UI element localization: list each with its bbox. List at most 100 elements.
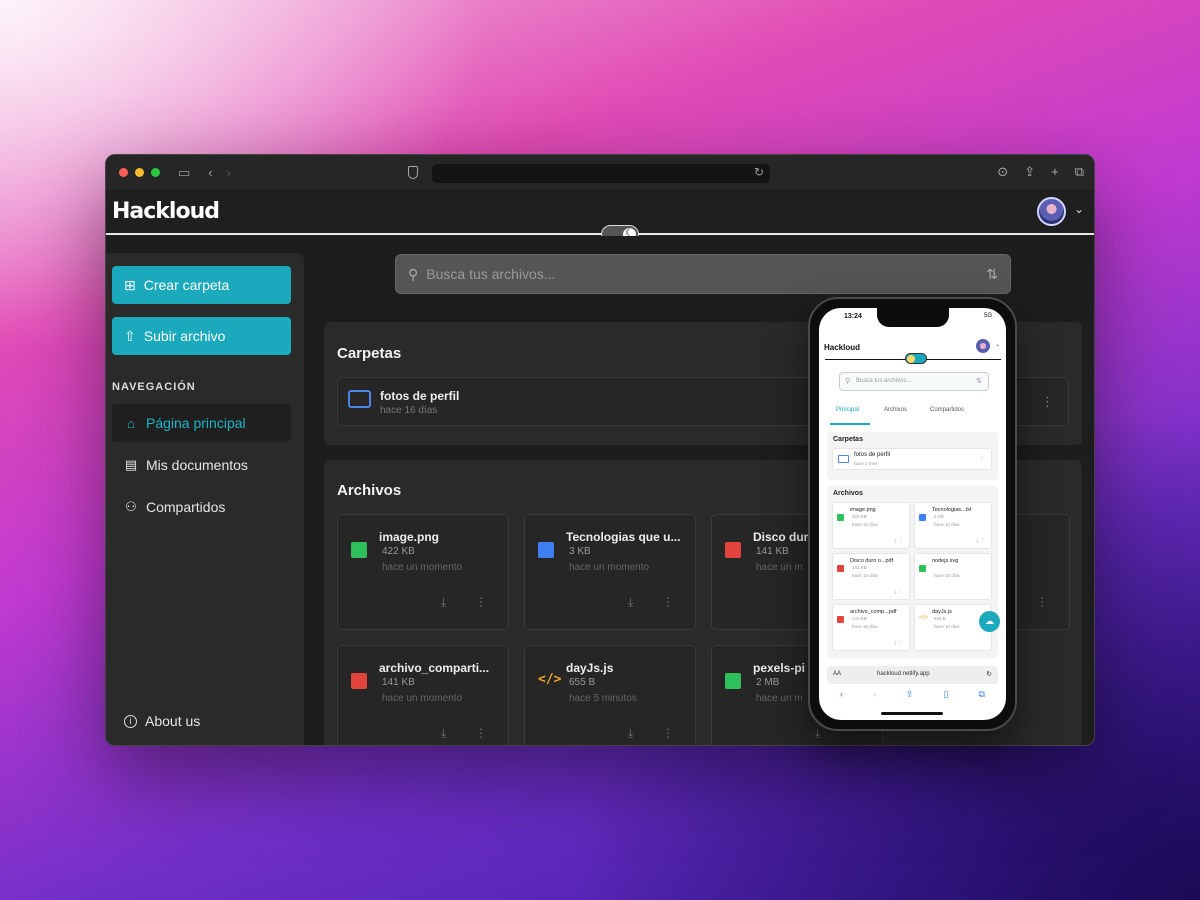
sidebar-item-home[interactable]: ⌂ Página principal [112, 404, 291, 442]
more-options-icon[interactable]: ⋮ [662, 726, 674, 740]
download-icon[interactable]: ⊙ [997, 164, 1008, 180]
phone-folders-title: Carpetas [833, 436, 863, 443]
create-folder-button[interactable]: ⊞ Crear carpeta [112, 266, 291, 304]
file-time: hace 10 días [934, 624, 960, 629]
phone-app-logo[interactable]: Hackloud [824, 343, 860, 352]
tab-archivos[interactable]: Archivos [884, 407, 907, 413]
info-icon: i [124, 714, 137, 728]
upload-file-label: Subir archivo [143, 328, 226, 344]
file-card[interactable]: image.png 422 KB hace 10 días ⤓ ⋮ [832, 502, 910, 549]
bookmarks-icon[interactable]: ▯ [944, 689, 949, 700]
more-options-icon[interactable]: ⋮ [1041, 394, 1054, 410]
back-icon[interactable]: ‹ [840, 689, 843, 700]
download-icon[interactable]: ⤓ ⋮ [976, 538, 985, 544]
file-time: hace un m [756, 693, 803, 704]
folder-card[interactable]: fotos de perfil hace 1 mes ⋮ [832, 448, 992, 470]
file-time: hace 10 días [852, 522, 878, 527]
chevron-down-icon[interactable]: ⌄ [995, 341, 1000, 348]
file-card[interactable]: Disco duro o...pdf 141 KB hace 10 días ⤓… [832, 553, 910, 600]
tabs-icon[interactable]: ⧉ [979, 689, 985, 700]
file-time: hace 5 minutos [569, 693, 637, 704]
download-icon[interactable]: ⤓ ⋮ [894, 589, 903, 595]
tab-compartidos[interactable]: Compartidos [930, 407, 964, 413]
reload-icon[interactable]: ↻ [986, 670, 992, 678]
avatar[interactable] [976, 339, 990, 353]
search-input[interactable] [426, 266, 987, 282]
file-card[interactable]: Tecnologias que u... 3 KB hace un moment… [524, 514, 696, 630]
file-card[interactable]: </> dayJs.js 655 B hace 5 minutos ⤓ ⋮ [524, 645, 696, 745]
more-options-icon[interactable]: ⋮ [475, 726, 487, 740]
share-icon[interactable]: ⇪ [906, 689, 914, 700]
sidebar-icon[interactable]: ▭ [178, 166, 190, 179]
address-bar[interactable]: ↻ [432, 164, 770, 183]
sort-icon[interactable]: ⇅ [976, 377, 982, 385]
image-file-icon [725, 673, 741, 689]
more-options-icon[interactable]: ⋮ [662, 595, 674, 609]
share-icon[interactable]: ⇪ [1024, 164, 1035, 180]
minimize-window-button[interactable] [135, 168, 144, 177]
download-icon[interactable]: ⤓ ⋮ [894, 640, 903, 646]
phone-clock: 13:24 [844, 313, 862, 320]
phone-search-input[interactable]: ⚲ Busca tus archivos... ⇅ [839, 372, 989, 391]
more-options-icon[interactable]: ⋮ [1036, 595, 1048, 609]
more-options-icon[interactable]: ⋮ [475, 595, 487, 609]
phone-address-bar[interactable]: AA hackloud.netlify.app ↻ [827, 666, 998, 684]
text-size-button[interactable]: AA [833, 671, 841, 677]
download-icon[interactable]: ⤓ [441, 595, 446, 610]
file-name: dayJs.js [932, 609, 952, 615]
sun-icon [907, 355, 915, 363]
file-name: image.png [379, 530, 440, 544]
shield-icon[interactable] [408, 166, 418, 179]
avatar[interactable] [1037, 197, 1066, 226]
download-icon[interactable]: ⤓ [815, 726, 820, 741]
sidebar-item-shared[interactable]: ⚇ Compartidos [112, 488, 291, 526]
reload-icon[interactable]: ↻ [754, 165, 764, 179]
upload-cloud-button[interactable]: ☁ [979, 611, 1000, 632]
file-card[interactable]: archivo_comparti... 141 KB hace un momen… [337, 645, 509, 745]
chevron-down-icon[interactable]: ⌄ [1074, 202, 1084, 216]
phone-folders-section: Carpetas fotos de perfil hace 1 mes ⋮ [827, 432, 998, 480]
file-card[interactable]: archivo_comp...pdf 141 KB hace 10 días ⤓… [832, 604, 910, 651]
active-tab-indicator [830, 423, 870, 425]
file-time: hace 10 días [934, 522, 960, 527]
code-file-icon: </> [919, 615, 928, 621]
pdf-file-icon [351, 673, 367, 689]
file-card[interactable]: Tecnologias...txt 3 KB hace 10 días ⤓ ⋮ [914, 502, 992, 549]
tabs-icon[interactable]: ⧉ [1075, 164, 1084, 180]
app-logo[interactable]: Hackloud [112, 199, 220, 224]
pdf-file-icon [837, 616, 844, 623]
download-icon[interactable]: ⤓ [441, 726, 446, 741]
phone-mockup: 13:24 5G Hackloud ⌄ ⚲ Busca tus archivos… [808, 297, 1017, 731]
search-icon: ⚲ [845, 378, 851, 385]
download-icon[interactable]: ⤓ [628, 726, 633, 741]
forward-icon[interactable]: › [873, 689, 876, 700]
download-icon[interactable]: ⤓ ⋮ [894, 538, 903, 544]
forward-icon[interactable]: › [227, 166, 231, 179]
upload-icon: ⇧ [124, 327, 136, 344]
more-options-icon[interactable]: ⋮ [979, 455, 985, 462]
folders-title: Carpetas [337, 345, 402, 362]
upload-file-button[interactable]: ⇧ Subir archivo [112, 317, 291, 355]
code-file-icon: </> [538, 672, 562, 687]
about-us-label: About us [145, 713, 201, 729]
file-time: hace 10 días [852, 624, 878, 629]
tab-principal[interactable]: Principal [836, 407, 859, 413]
plus-icon[interactable]: + [1051, 164, 1059, 180]
file-size: 3 KB [569, 546, 591, 557]
nav-title: NAVEGACIÓN [112, 381, 196, 393]
file-card[interactable]: nodejs.svg hace 10 días [914, 553, 992, 600]
close-window-button[interactable] [119, 168, 128, 177]
file-size: 141 KB [756, 546, 789, 557]
theme-toggle[interactable] [905, 353, 927, 364]
sidebar-item-documents[interactable]: ▤ Mis documentos [112, 446, 291, 484]
sidebar-item-label: Compartidos [146, 499, 226, 515]
download-icon[interactable]: ⤓ [628, 595, 633, 610]
image-file-icon [351, 542, 367, 558]
maximize-window-button[interactable] [151, 168, 160, 177]
file-size: 141 KB [852, 565, 867, 570]
phone-search-placeholder: Busca tus archivos... [856, 378, 912, 384]
back-icon[interactable]: ‹ [208, 166, 212, 179]
about-us-link[interactable]: i About us [124, 713, 200, 729]
sort-icon[interactable]: ⇅ [986, 266, 998, 283]
file-card[interactable]: image.png 422 KB hace un momento ⤓ ⋮ [337, 514, 509, 630]
